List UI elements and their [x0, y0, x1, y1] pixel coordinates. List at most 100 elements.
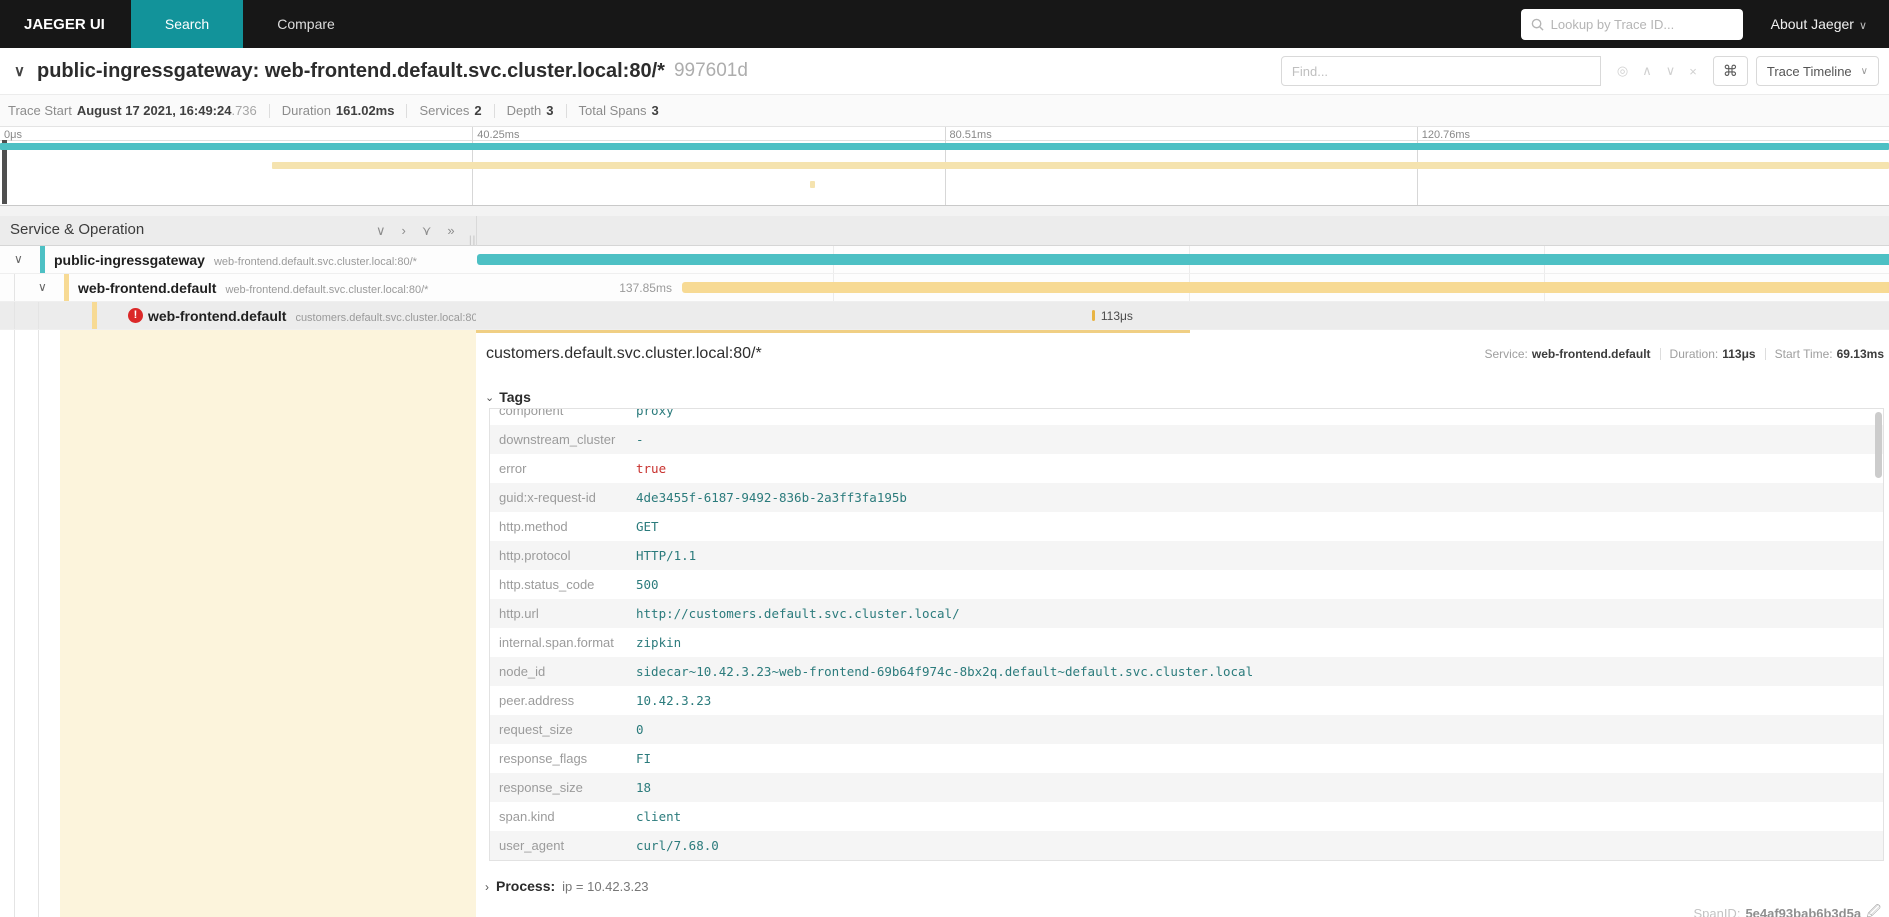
chevron-down-icon[interactable]: ∨ — [14, 252, 23, 266]
tag-key: http.protocol — [490, 548, 636, 563]
expand-one-icon[interactable]: › — [402, 223, 406, 239]
clear-search-icon[interactable]: × — [1689, 64, 1697, 79]
span-row[interactable]: ∨public-ingressgatewayweb-frontend.defau… — [0, 246, 1889, 274]
tag-row: user_agentcurl/7.68.0 — [490, 831, 1883, 860]
process-summary: ip = 10.42.3.23 — [562, 879, 648, 894]
tag-key: request_size — [490, 722, 636, 737]
detail-meta-item: Duration: — [1670, 347, 1719, 361]
nav-tabs: SearchCompare — [131, 0, 369, 48]
chevron-down-icon: ∨ — [1861, 66, 1868, 77]
next-match-icon[interactable]: ∨ — [1666, 63, 1676, 79]
column-grip-icon[interactable]: || — [469, 235, 476, 246]
tag-value: proxy — [636, 408, 674, 418]
collapse-trace-icon[interactable]: ∨ — [14, 62, 25, 80]
collapse-one-icon[interactable]: ∨ — [376, 223, 386, 239]
tags-scrollbar-thumb[interactable] — [1875, 412, 1882, 478]
detail-meta-item: Start Time: — [1775, 347, 1833, 361]
tag-value: 4de3455f-6187-9492-836b-2a3ff3fa195b — [636, 490, 907, 505]
span-row[interactable]: ∨ web-frontend.defaultweb-frontend.defaul… — [0, 274, 1889, 302]
tag-value: 0 — [636, 722, 644, 737]
summary-item: Duration161.02ms — [282, 103, 395, 118]
collapse-all-icon[interactable]: ⋎ — [422, 223, 432, 239]
trace-id-lookup-input[interactable] — [1551, 17, 1733, 32]
scroll-to-match-icon[interactable]: ◎ — [1617, 63, 1628, 79]
span-detail-left-column[interactable] — [60, 330, 476, 917]
find-input-box[interactable] — [1281, 56, 1601, 86]
nav-tab-compare[interactable]: Compare — [243, 0, 369, 48]
span-row[interactable]: !web-frontend.defaultcustomers.default.s… — [0, 302, 1889, 330]
meta-separator — [1765, 348, 1766, 360]
grid-line — [833, 302, 834, 329]
top-nav: JAEGER UI SearchCompare About Jaeger∨ — [0, 0, 1889, 48]
indent-guide — [14, 302, 15, 329]
nav-tab-search[interactable]: Search — [131, 0, 243, 48]
prev-match-icon[interactable]: ∧ — [1642, 63, 1652, 79]
tag-row: guid:x-request-id4de3455f-6187-9492-836b… — [490, 483, 1883, 512]
search-icon — [1531, 18, 1544, 31]
trace-summary: Trace StartAugust 17 2021, 16:49:24.736D… — [0, 94, 1889, 127]
summary-separator — [406, 104, 407, 118]
find-input[interactable] — [1292, 64, 1590, 79]
tag-key: response_flags — [490, 751, 636, 766]
tag-value: 500 — [636, 577, 659, 592]
tag-row: node_idsidecar~10.42.3.23~web-frontend-6… — [490, 657, 1883, 686]
tag-key: error — [490, 461, 636, 476]
span-id-footer: SpanID: 5e4af93bab6b3d5a 🖉 — [1693, 901, 1881, 917]
operation-name: web-frontend.default.svc.cluster.local:8… — [225, 284, 428, 296]
span-detail-meta: Service:web-frontend.defaultDuration:113… — [1485, 347, 1885, 361]
service-name: web-frontend.defaultcustomers.default.sv… — [148, 308, 476, 324]
grid-line — [1189, 302, 1190, 329]
tag-row: http.methodGET — [490, 512, 1883, 541]
chevron-down-icon[interactable]: ∨ — [38, 280, 47, 294]
summary-item: Services2 — [419, 103, 481, 118]
span-detail-panel: customers.default.svc.cluster.local:80/*… — [476, 333, 1889, 917]
minimap-tick-label: 40.25ms — [477, 129, 519, 141]
span-row-timeline[interactable] — [477, 246, 1889, 273]
keyboard-shortcuts-button[interactable]: ⌘ — [1713, 56, 1748, 86]
tag-row: response_flagsFI — [490, 744, 1883, 773]
span-duration-bar[interactable] — [477, 254, 1889, 265]
indent-guide — [38, 330, 39, 917]
timeline-minimap[interactable]: 0μs40.25ms80.51ms120.76ms161.02ms — [0, 127, 1889, 206]
tag-key: http.status_code — [490, 577, 636, 592]
tag-key: http.url — [490, 606, 636, 621]
minimap-span-bar — [0, 143, 1889, 150]
tag-row: componentproxy — [490, 408, 1883, 425]
trace-id-short: 997601d — [674, 60, 748, 82]
operation-name: customers.default.svc.cluster.local:80/* — [295, 312, 476, 324]
service-name: web-frontend.defaultweb-frontend.default… — [78, 280, 428, 296]
tag-row: http.status_code500 — [490, 570, 1883, 599]
process-accordion-header[interactable]: › Process: ip = 10.42.3.23 — [485, 878, 649, 894]
span-duration-bar[interactable] — [1092, 310, 1095, 321]
minimap-tick-label: 120.76ms — [1422, 129, 1470, 141]
jaeger-logo[interactable]: JAEGER UI — [0, 0, 131, 48]
service-operation-header: Service & Operation — [10, 221, 144, 238]
summary-item: Depth3 — [507, 103, 554, 118]
span-name-column[interactable]: !web-frontend.defaultcustomers.default.s… — [0, 302, 476, 329]
trace-id-lookup[interactable] — [1521, 9, 1743, 40]
indent-guide — [14, 274, 15, 301]
tag-value: FI — [636, 751, 651, 766]
chevron-down-icon: ⌄ — [485, 391, 494, 404]
span-rows: ∨public-ingressgatewayweb-frontend.defau… — [0, 246, 1889, 330]
about-jaeger-menu[interactable]: About Jaeger∨ — [1771, 16, 1867, 32]
tag-key: guid:x-request-id — [490, 490, 636, 505]
tag-value: http://customers.default.svc.cluster.loc… — [636, 606, 960, 621]
span-color-bar — [92, 302, 97, 329]
trace-title-bar: ∨ public-ingressgateway: web-frontend.de… — [0, 48, 1889, 94]
span-name-column[interactable]: ∨ web-frontend.defaultweb-frontend.defaul… — [0, 274, 476, 301]
span-row-timeline[interactable]: 137.85ms — [477, 274, 1889, 301]
tag-row: request_size0 — [490, 715, 1883, 744]
expand-all-icon[interactable]: » — [447, 223, 454, 239]
span-name-column[interactable]: ∨public-ingressgatewayweb-frontend.defau… — [0, 246, 476, 273]
tag-value: curl/7.68.0 — [636, 838, 719, 853]
trace-view-select[interactable]: Trace Timeline ∨ — [1756, 56, 1879, 86]
tag-key: http.method — [490, 519, 636, 534]
summary-separator — [494, 104, 495, 118]
tags-table-viewport[interactable]: componentproxydownstream_cluster-errortr… — [489, 408, 1884, 861]
link-icon[interactable]: 🖉 — [1866, 901, 1881, 917]
tags-accordion-header[interactable]: ⌄ Tags — [485, 389, 531, 405]
tag-key: response_size — [490, 780, 636, 795]
span-duration-bar[interactable] — [682, 282, 1889, 293]
span-row-timeline[interactable]: 113μs — [477, 302, 1889, 329]
